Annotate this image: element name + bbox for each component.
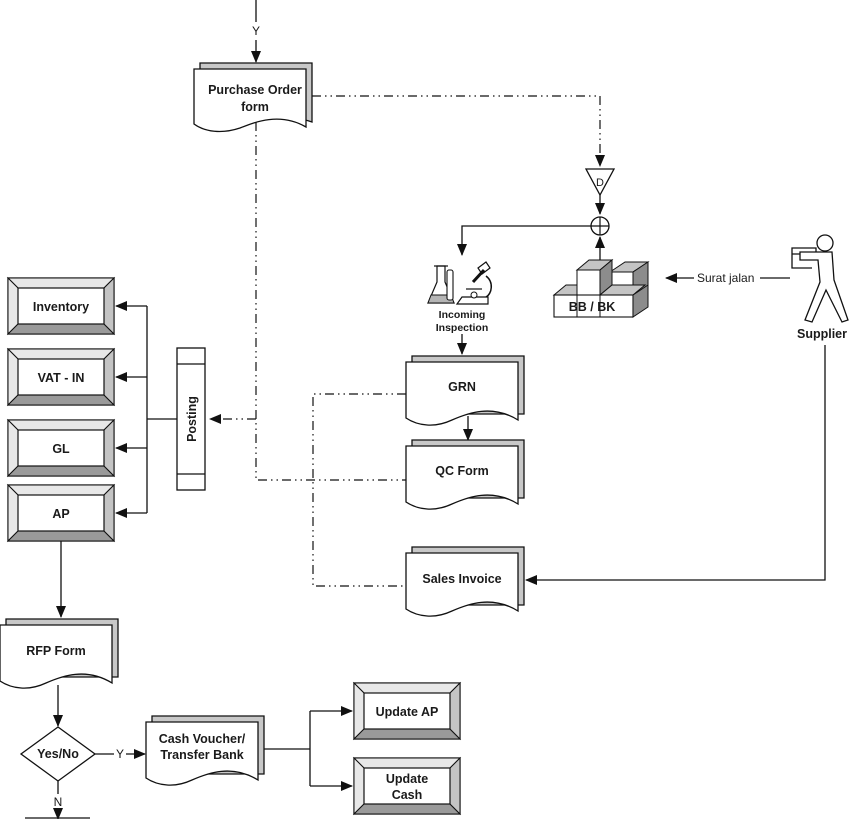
surat-jalan-label: Surat jalan <box>697 271 754 285</box>
lab-inspection-icon <box>427 261 492 305</box>
incoming-inspection-label: Incoming <box>439 309 486 321</box>
update-cash-label-2: Cash <box>392 788 423 802</box>
purchase-order-form-document[interactable]: Purchase Order form <box>193 62 313 133</box>
voucher-to-updates-connector <box>264 706 353 791</box>
decision-no-connector: N <box>25 781 90 819</box>
purchase-order-label: Purchase Order <box>208 83 302 97</box>
update-ap-label: Update AP <box>376 705 439 719</box>
sales-invoice-document[interactable]: Sales Invoice <box>405 546 525 617</box>
rfp-form-document[interactable]: RFP Form <box>0 618 119 689</box>
update-cash-box[interactable]: Update Cash <box>352 756 462 816</box>
yes-label-top: Y <box>252 24 260 38</box>
vat-in-label: VAT - IN <box>38 371 85 385</box>
update-ap-box[interactable]: Update AP <box>352 681 462 741</box>
po-to-file-connector <box>312 95 605 167</box>
purchase-order-label-2: form <box>241 100 269 114</box>
cash-voucher-document[interactable]: Cash Voucher/ Transfer Bank <box>145 715 265 786</box>
vat-in-ledger-box[interactable]: VAT - IN <box>6 347 116 407</box>
grn-document[interactable]: GRN <box>405 355 525 426</box>
storage-label: BB / BK <box>569 300 616 314</box>
ap-ledger-box[interactable]: AP <box>6 483 116 543</box>
supplier-to-sales-invoice-connector <box>525 345 826 585</box>
flowchart-canvas: Y Purchase Order form D Incoming Inspect… <box>0 0 849 819</box>
cash-voucher-label: Cash Voucher/ <box>159 732 246 746</box>
no-label-decision: N <box>54 795 63 809</box>
cash-voucher-label-2: Transfer Bank <box>160 748 243 762</box>
rfp-form-label: RFP Form <box>26 644 86 658</box>
po-to-qc-connector <box>255 122 406 481</box>
posting-process[interactable]: Posting <box>176 347 206 491</box>
posting-to-ledgers-connector <box>115 301 177 518</box>
gl-ledger-box[interactable]: GL <box>6 418 116 478</box>
incoming-inspection-label-2: Inspection <box>436 322 489 334</box>
grn-label: GRN <box>448 380 476 394</box>
gl-label: GL <box>52 442 70 456</box>
file-triangle-symbol[interactable]: D <box>584 168 616 197</box>
storage-boxes-bb-bk[interactable]: BB / BK <box>552 258 650 318</box>
merge-circle-symbol <box>590 216 610 236</box>
supplier-label: Supplier <box>797 327 847 341</box>
qc-form-document[interactable]: QC Form <box>405 439 525 510</box>
yes-label-decision: Y <box>116 747 124 761</box>
update-cash-label: Update <box>386 772 428 786</box>
sales-invoice-label: Sales Invoice <box>422 572 501 586</box>
merge-to-inspection-connector <box>457 225 591 256</box>
grn-to-sales-invoice-connector <box>312 393 406 587</box>
yes-no-decision[interactable]: Yes/No <box>19 726 97 782</box>
decision-label: Yes/No <box>37 747 79 761</box>
supplier-person-icon[interactable]: Supplier <box>791 234 849 341</box>
file-symbol-label: D <box>596 177 604 189</box>
inventory-label: Inventory <box>33 300 89 314</box>
incoming-yes-connector: Y <box>251 0 261 63</box>
qc-form-label: QC Form <box>435 464 488 478</box>
inventory-ledger-box[interactable]: Inventory <box>6 276 116 336</box>
decision-yes-connector: Y <box>95 747 146 761</box>
posting-label: Posting <box>185 396 199 442</box>
surat-jalan-connector: Surat jalan <box>665 271 790 285</box>
ap-label: AP <box>52 507 69 521</box>
